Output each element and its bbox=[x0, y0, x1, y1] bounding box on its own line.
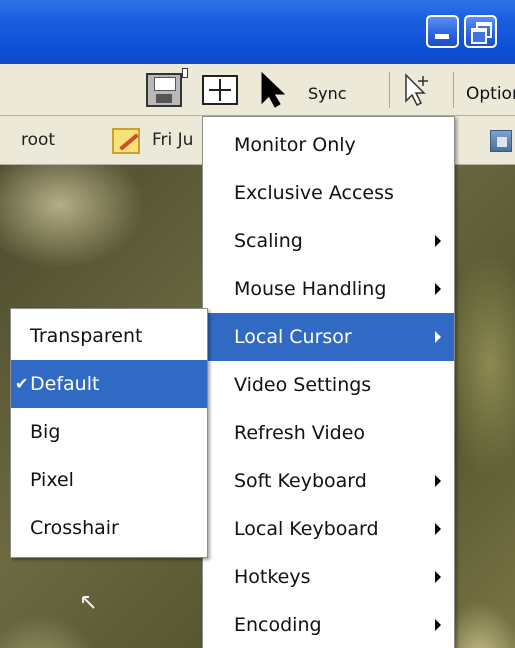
restore-icon[interactable] bbox=[464, 15, 497, 48]
menu-item-hotkeys[interactable]: Hotkeys bbox=[203, 553, 454, 601]
arrow-cursor-icon[interactable] bbox=[254, 71, 296, 109]
local-cursor-submenu: Transparent ✔ Default Big Pixel Crosshair bbox=[10, 308, 208, 558]
menu-item-local-keyboard[interactable]: Local Keyboard bbox=[203, 505, 454, 553]
remote-cursor-icon bbox=[82, 596, 95, 609]
status-date: Fri Ju bbox=[152, 130, 194, 150]
submenu-item-transparent[interactable]: Transparent bbox=[11, 312, 207, 360]
toolbar: Sync Options bbox=[0, 64, 515, 116]
submenu-arrow-icon bbox=[435, 283, 441, 295]
menu-item-video-settings[interactable]: Video Settings bbox=[203, 361, 454, 409]
title-bar bbox=[0, 0, 515, 64]
submenu-item-crosshair[interactable]: Crosshair bbox=[11, 504, 207, 552]
outline-cursor-icon[interactable] bbox=[398, 71, 438, 109]
submenu-arrow-icon bbox=[435, 235, 441, 247]
submenu-item-big[interactable]: Big bbox=[11, 408, 207, 456]
menu-item-monitor-only[interactable]: Monitor Only bbox=[203, 121, 454, 169]
options-dropdown-menu: Monitor Only Exclusive Access Scaling Mo… bbox=[202, 116, 455, 648]
submenu-arrow-icon bbox=[435, 571, 441, 583]
menu-item-scaling[interactable]: Scaling bbox=[203, 217, 454, 265]
submenu-item-default[interactable]: ✔ Default bbox=[11, 360, 207, 408]
status-user: root bbox=[21, 130, 56, 150]
submenu-arrow-icon bbox=[435, 331, 441, 343]
toolbar-separator bbox=[453, 72, 454, 108]
sync-button[interactable]: Sync bbox=[308, 84, 347, 103]
submenu-arrow-icon bbox=[435, 619, 441, 631]
submenu-arrow-icon bbox=[435, 475, 441, 487]
save-icon[interactable] bbox=[144, 68, 188, 109]
menu-item-encoding[interactable]: Encoding bbox=[203, 601, 454, 648]
network-icon bbox=[490, 130, 512, 152]
toolbar-separator bbox=[389, 72, 390, 108]
menu-item-exclusive-access[interactable]: Exclusive Access bbox=[203, 169, 454, 217]
menu-item-refresh-video[interactable]: Refresh Video bbox=[203, 409, 454, 457]
menu-item-local-cursor[interactable]: Local Cursor bbox=[203, 313, 454, 361]
menu-item-mouse-handling[interactable]: Mouse Handling bbox=[203, 265, 454, 313]
submenu-item-pixel[interactable]: Pixel bbox=[11, 456, 207, 504]
note-icon bbox=[112, 128, 140, 154]
options-menu[interactable]: Options bbox=[466, 84, 515, 104]
checkmark-icon: ✔ bbox=[15, 374, 29, 393]
menu-item-soft-keyboard[interactable]: Soft Keyboard bbox=[203, 457, 454, 505]
minimize-icon[interactable] bbox=[426, 15, 459, 48]
submenu-arrow-icon bbox=[435, 523, 441, 535]
fit-screen-icon[interactable] bbox=[200, 71, 242, 109]
